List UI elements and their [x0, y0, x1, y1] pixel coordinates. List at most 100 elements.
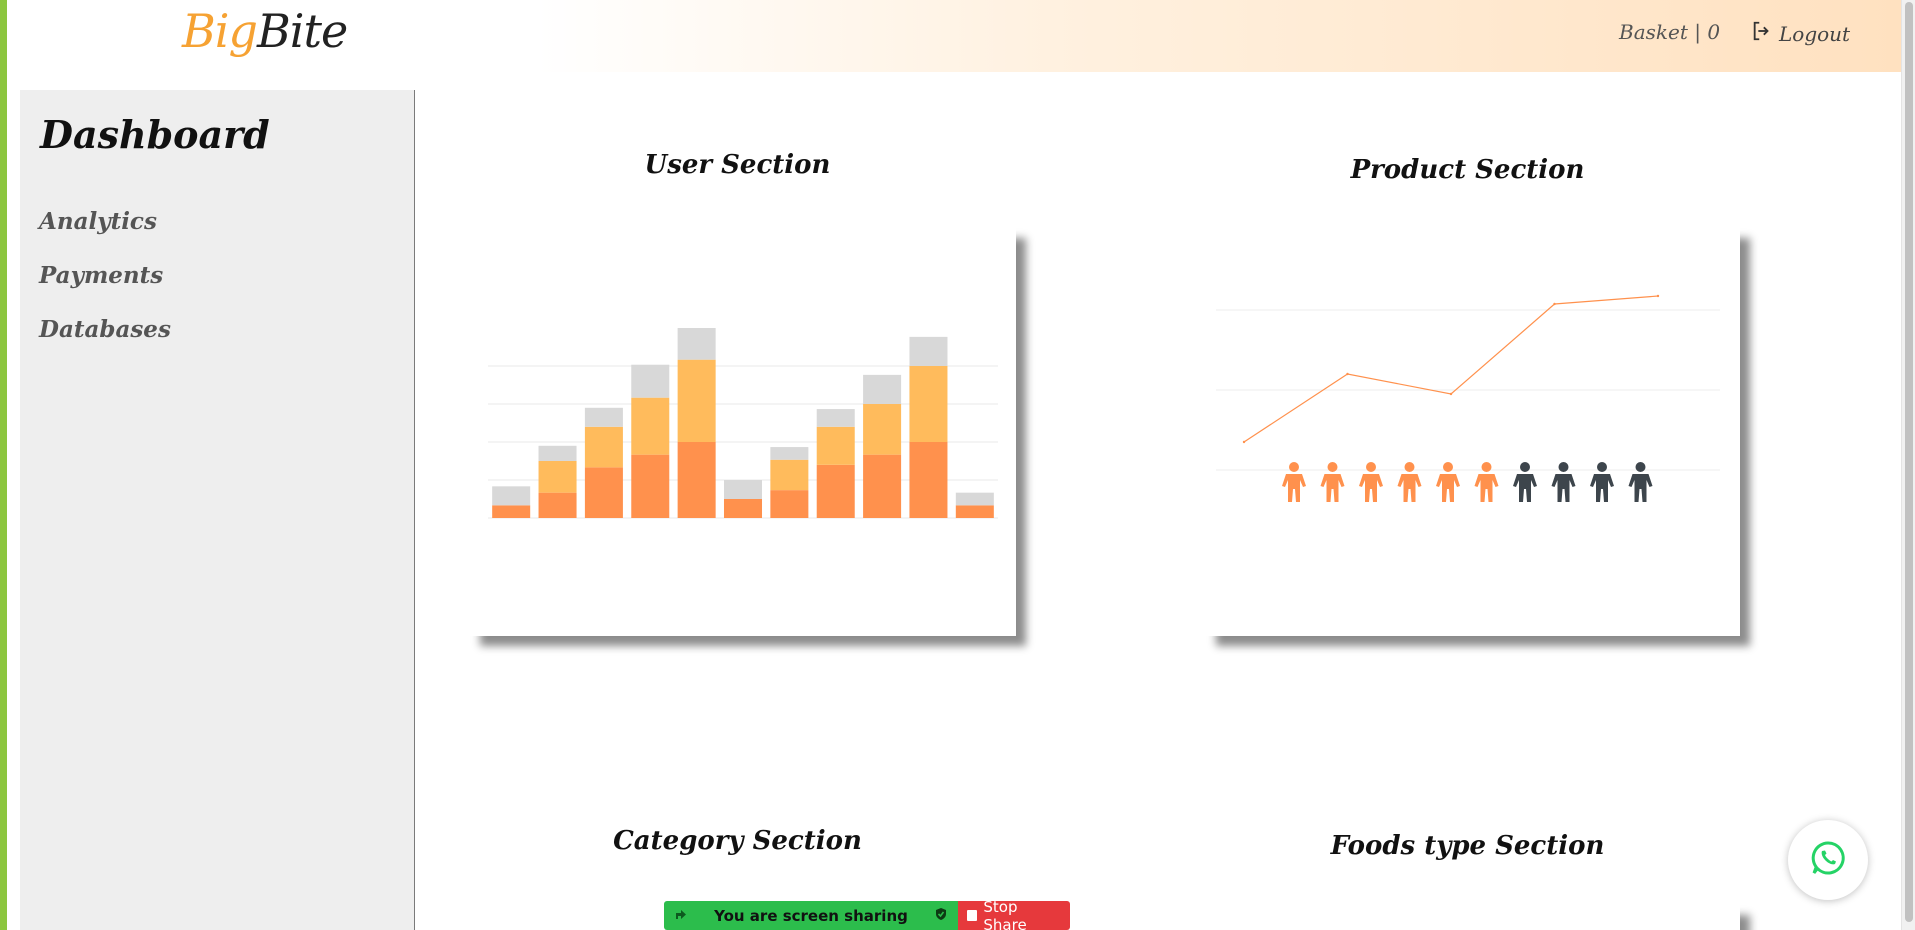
sidebar-item-analytics[interactable]: Analytics: [39, 208, 157, 235]
bar-segment: [584, 407, 623, 427]
person-body: [1282, 474, 1306, 502]
bar-segment: [631, 397, 670, 455]
bar-segment: [631, 364, 670, 398]
person-body: [1590, 474, 1614, 502]
bar-segment: [538, 445, 577, 461]
person-head: [1481, 462, 1492, 472]
person-head: [1635, 462, 1646, 472]
person-head: [1327, 462, 1338, 472]
scrollbar-thumb[interactable]: [1905, 2, 1913, 922]
person-head: [1404, 462, 1415, 472]
person-icon: [1474, 462, 1499, 502]
user-section-title: User Section: [644, 150, 831, 180]
person-head: [1520, 462, 1530, 472]
logo-big: Big: [182, 4, 258, 58]
bar-segment: [538, 492, 577, 518]
share-arrow-icon: [674, 907, 688, 925]
bar-segment: [723, 499, 763, 518]
category-section-title: Category Section: [613, 826, 862, 856]
person-icon: [1320, 462, 1345, 502]
screen-sharing-indicator[interactable]: You are screen sharing: [664, 901, 958, 930]
user-bar-chart: [488, 328, 998, 519]
sidebar-item-databases[interactable]: Databases: [39, 316, 171, 343]
product-line-chart: [1216, 294, 1720, 502]
bar-segment: [909, 336, 948, 366]
person-icon: [1282, 462, 1306, 502]
bar-segment: [723, 480, 763, 499]
product-chart-card: [1206, 228, 1740, 636]
sidebar: Dashboard Analytics Payments Databases: [20, 90, 415, 930]
bar-segment: [677, 328, 716, 360]
shield-icon: [934, 907, 948, 925]
bar-segment: [863, 404, 902, 455]
stop-share-label: Stop Share: [983, 897, 1027, 930]
person-icon: [1436, 462, 1460, 502]
bar-segment: [770, 447, 809, 460]
sidebar-title: Dashboard: [40, 112, 270, 157]
screen-share-bar: You are screen sharing Stop Share: [664, 897, 1070, 930]
brand-logo[interactable]: BigBite: [182, 4, 348, 58]
person-icon: [1551, 462, 1576, 502]
person-head: [1597, 462, 1607, 472]
bar-segment: [863, 454, 902, 518]
logout-button[interactable]: Logout: [1751, 20, 1850, 47]
bar-segment: [677, 442, 716, 518]
whatsapp-button[interactable]: [1788, 820, 1868, 900]
line-point: [1449, 392, 1453, 396]
vertical-scrollbar[interactable]: [1901, 0, 1915, 930]
sidebar-item-payments[interactable]: Payments: [39, 262, 163, 289]
person-body: [1397, 474, 1422, 502]
foods-type-section-title: Foods type Section: [1330, 831, 1605, 861]
foods-type-chart-card: [1206, 905, 1740, 930]
bar-segment: [677, 359, 716, 442]
stop-icon: [967, 910, 978, 921]
person-icon: [1359, 462, 1383, 502]
person-icon: [1397, 462, 1422, 502]
product-section-title: Product Section: [1350, 155, 1585, 185]
bar-segment: [909, 442, 948, 518]
person-body: [1513, 474, 1537, 502]
person-head: [1443, 462, 1453, 472]
bar-segment: [584, 426, 623, 468]
bar-segment: [492, 505, 531, 518]
person-body: [1474, 474, 1499, 502]
person-body: [1628, 474, 1653, 502]
line-series: [1243, 295, 1659, 443]
bar-segment: [631, 454, 670, 518]
person-icon: [1628, 462, 1653, 502]
bar-segment: [816, 426, 855, 465]
bar-segment: [955, 492, 994, 506]
bar-segment: [909, 366, 948, 442]
bar-segment: [770, 490, 809, 518]
bar-segment: [955, 505, 994, 518]
sharing-text: You are screen sharing: [714, 906, 908, 925]
bar-segment: [538, 461, 577, 493]
person-icon: [1590, 462, 1614, 502]
person-body: [1320, 474, 1345, 502]
bar-segment: [584, 467, 623, 518]
line-point: [1553, 302, 1556, 306]
logout-label: Logout: [1779, 21, 1851, 46]
bar-segment: [770, 459, 809, 491]
person-head: [1366, 462, 1376, 472]
basket-link[interactable]: Basket | 0: [1619, 20, 1720, 44]
person-body: [1436, 474, 1460, 502]
person-head: [1289, 462, 1299, 472]
person-body: [1551, 474, 1576, 502]
person-head: [1558, 462, 1569, 472]
whatsapp-icon: [1809, 839, 1847, 881]
bar-segment: [492, 486, 531, 506]
bar-segment: [816, 464, 855, 518]
user-chart-card: [470, 228, 1016, 636]
person-icon: [1513, 462, 1537, 502]
bar-segment: [816, 409, 855, 427]
line-point: [1346, 372, 1349, 376]
line-point: [1656, 294, 1660, 298]
header: BigBite Basket | 0 Logout: [7, 0, 1901, 72]
bar-segment: [863, 374, 902, 404]
logout-icon: [1751, 20, 1773, 47]
stop-share-button[interactable]: Stop Share: [958, 897, 1070, 930]
left-accent-bar: [0, 0, 7, 930]
logo-bite: Bite: [256, 4, 348, 58]
line-point: [1242, 440, 1246, 444]
